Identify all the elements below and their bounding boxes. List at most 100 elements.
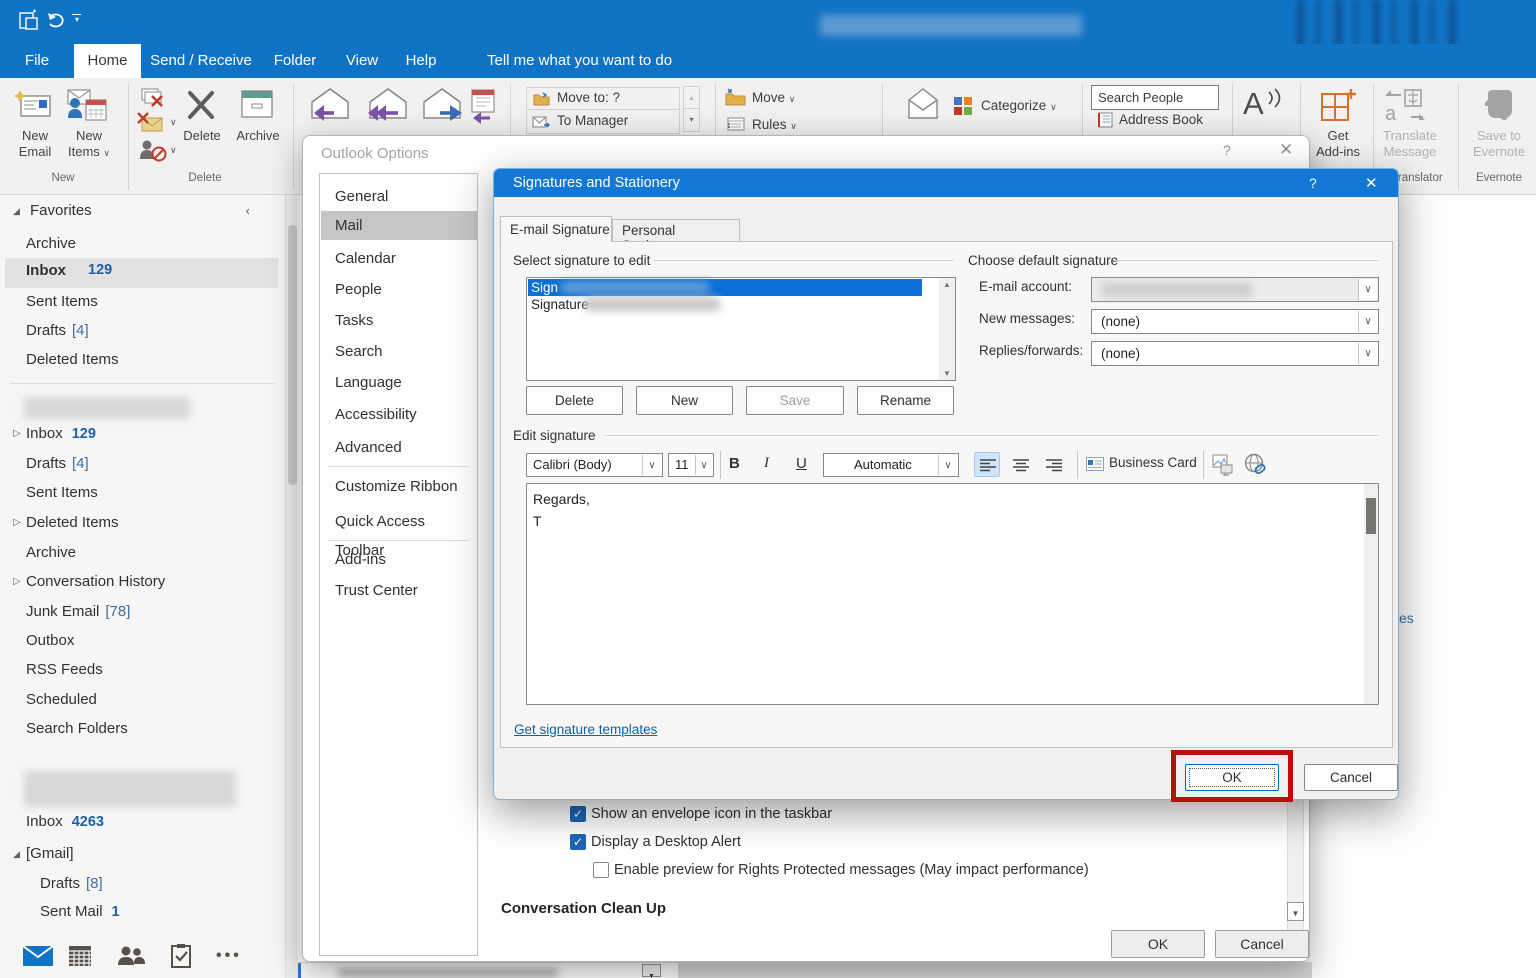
categorize-button[interactable]: Categorize ∨	[981, 98, 1057, 113]
checkbox-rights-preview[interactable]	[593, 862, 609, 878]
font-size-combo[interactable]: 11 ∨	[668, 453, 714, 477]
move-button[interactable]: Move ∨	[752, 90, 795, 105]
options-nav-mail[interactable]: Mail	[321, 211, 478, 240]
options-nav-trust-center[interactable]: Trust Center	[321, 576, 478, 605]
sidebar-item-archive-fav[interactable]: Archive	[0, 233, 280, 255]
options-nav-tasks[interactable]: Tasks	[321, 306, 478, 335]
chevron-down-icon[interactable]: ∨	[695, 455, 712, 475]
signature-templates-link[interactable]: Get signature templates	[514, 722, 657, 737]
checkbox-envelope-taskbar[interactable]: ✓	[570, 806, 586, 822]
rename-signature-button[interactable]: Rename	[857, 386, 954, 415]
tab-home[interactable]: Home	[74, 44, 141, 78]
sidebar-item-scheduled[interactable]: Scheduled	[0, 689, 280, 711]
new-email-icon[interactable]	[14, 88, 54, 122]
chevron-down-icon[interactable]: ∨	[642, 455, 661, 475]
tab-folder[interactable]: Folder	[264, 44, 326, 78]
collapse-pane-icon[interactable]: ‹	[246, 200, 250, 222]
tab-send-receive[interactable]: Send / Receive	[146, 44, 256, 78]
sidebar-item-inbox-fav[interactable]: Inbox 129	[5, 258, 278, 288]
font-combo[interactable]: Calibri (Body) ∨	[526, 453, 663, 477]
sidebar-item-sent1[interactable]: Sent Items	[0, 482, 280, 504]
options-nav-customize-ribbon[interactable]: Customize Ribbon	[321, 472, 478, 501]
forward-icon[interactable]	[420, 86, 466, 126]
new-messages-combo[interactable]: (none) ∨	[1091, 309, 1379, 334]
options-nav-calendar[interactable]: Calendar	[321, 244, 478, 273]
quick-step-move-to[interactable]: Move to: ?	[526, 87, 680, 110]
sidebar-item-sent-fav[interactable]: Sent Items	[0, 291, 280, 313]
signature-list-scrollbar[interactable]: ▲ ▼	[939, 278, 955, 380]
tab-view[interactable]: View	[336, 44, 388, 78]
rules-button[interactable]: Rules ∨	[752, 117, 797, 132]
sidebar-item-deleted1[interactable]: ▷ Deleted Items	[0, 512, 280, 534]
block-dropdown-icon[interactable]: ∨	[170, 145, 177, 156]
junk-icon[interactable]	[136, 111, 166, 133]
chevron-down-icon[interactable]: ∨	[938, 455, 957, 475]
underline-button[interactable]: U	[796, 455, 807, 472]
delete-button[interactable]: Delete	[171, 128, 233, 144]
junk-dropdown-icon[interactable]: ∨	[170, 117, 177, 128]
replies-forwards-combo[interactable]: (none) ∨	[1091, 341, 1379, 366]
italic-button[interactable]: I	[764, 455, 769, 472]
options-nav-accessibility[interactable]: Accessibility	[321, 400, 478, 429]
save-signature-button[interactable]: Save	[746, 386, 844, 415]
signature-list[interactable]: Sign Signature ▲ ▼	[526, 277, 956, 381]
sidebar-item-drafts1[interactable]: Drafts [4]	[0, 453, 280, 475]
align-left-button[interactable]	[974, 452, 1000, 477]
tab-help[interactable]: Help	[396, 44, 446, 78]
sidebar-item-inbox2[interactable]: Inbox 4263	[0, 811, 280, 833]
move-icon[interactable]	[725, 88, 746, 106]
tab-file[interactable]: File	[14, 44, 60, 78]
new-items-button[interactable]: New Items ∨	[58, 128, 120, 161]
calendar-nav-icon[interactable]	[68, 944, 92, 968]
options-cancel-button[interactable]: Cancel	[1215, 930, 1309, 958]
evernote-icon[interactable]	[1482, 86, 1516, 124]
reply-icon[interactable]	[308, 86, 352, 126]
tab-personal-stationery[interactable]: Personal Stationery	[612, 219, 740, 253]
quick-step-to-manager[interactable]: To Manager	[526, 111, 680, 134]
font-color-combo[interactable]: Automatic ∨	[823, 453, 959, 477]
categorize-icon[interactable]	[953, 96, 974, 117]
get-addins-icon[interactable]	[1318, 86, 1358, 126]
sidebar-item-convhistory[interactable]: ▷ Conversation History	[0, 571, 280, 593]
options-scroll-down-icon[interactable]: ▼	[1287, 902, 1304, 921]
sidebar-item-archive1[interactable]: Archive	[0, 542, 280, 564]
sidebar-item-junk[interactable]: Junk Email [78]	[0, 601, 280, 623]
textarea-scrollbar[interactable]	[1364, 484, 1378, 704]
sidebar-item-drafts2[interactable]: Drafts [8]	[0, 873, 280, 895]
quick-steps-scroll-up[interactable]: ▴	[683, 86, 700, 109]
sidebar-item-sentmail[interactable]: Sent Mail 1	[0, 901, 280, 923]
sidebar-item-inbox1[interactable]: ▷ Inbox 129	[0, 423, 280, 445]
align-right-button[interactable]	[1040, 452, 1066, 477]
sidebar-item-gmail[interactable]: ◢ [Gmail]	[0, 843, 280, 865]
signature-item-selected[interactable]: Sign	[528, 279, 922, 296]
undo-icon[interactable]	[46, 12, 66, 30]
new-email-button[interactable]: New Email	[5, 128, 65, 160]
archive-button[interactable]: Archive	[227, 128, 289, 144]
business-card-button[interactable]: Business Card	[1086, 453, 1198, 477]
signature-textarea[interactable]: Regards, T	[526, 483, 1379, 705]
mail-nav-icon[interactable]	[22, 945, 54, 967]
sidebar-item-rss[interactable]: RSS Feeds	[0, 659, 280, 681]
align-center-button[interactable]	[1007, 452, 1033, 477]
options-nav-quick-access[interactable]: Quick Access Toolbar	[321, 507, 478, 559]
sig-help-icon[interactable]: ?	[1309, 175, 1317, 191]
favorites-header[interactable]: ◢ Favorites ‹	[0, 200, 280, 222]
translate-icon[interactable]: a	[1383, 86, 1429, 126]
save-to-evernote-button[interactable]: Save to Evernote	[1468, 128, 1530, 160]
insert-picture-icon[interactable]	[1212, 454, 1234, 476]
options-close-icon[interactable]: ✕	[1279, 140, 1293, 160]
address-book-button[interactable]: Address Book	[1119, 112, 1203, 127]
rules-icon[interactable]	[725, 116, 746, 132]
search-people-input[interactable]: Search People	[1091, 85, 1219, 110]
tell-me-search[interactable]: Tell me what you want to do	[487, 44, 697, 78]
people-nav-icon[interactable]	[116, 946, 146, 966]
folder-pane-scrollbar[interactable]	[285, 195, 298, 978]
ignore-icon[interactable]	[138, 86, 168, 108]
checkbox-desktop-alert[interactable]: ✓	[570, 834, 586, 850]
quick-access-send-receive-icon[interactable]	[18, 9, 40, 33]
chevron-down-icon[interactable]: ∨	[1358, 343, 1377, 364]
options-nav-advanced[interactable]: Advanced	[321, 433, 478, 462]
options-ok-button[interactable]: OK	[1111, 930, 1205, 958]
options-help-icon[interactable]: ?	[1223, 142, 1231, 158]
sidebar-item-drafts-fav[interactable]: Drafts [4]	[0, 320, 280, 342]
